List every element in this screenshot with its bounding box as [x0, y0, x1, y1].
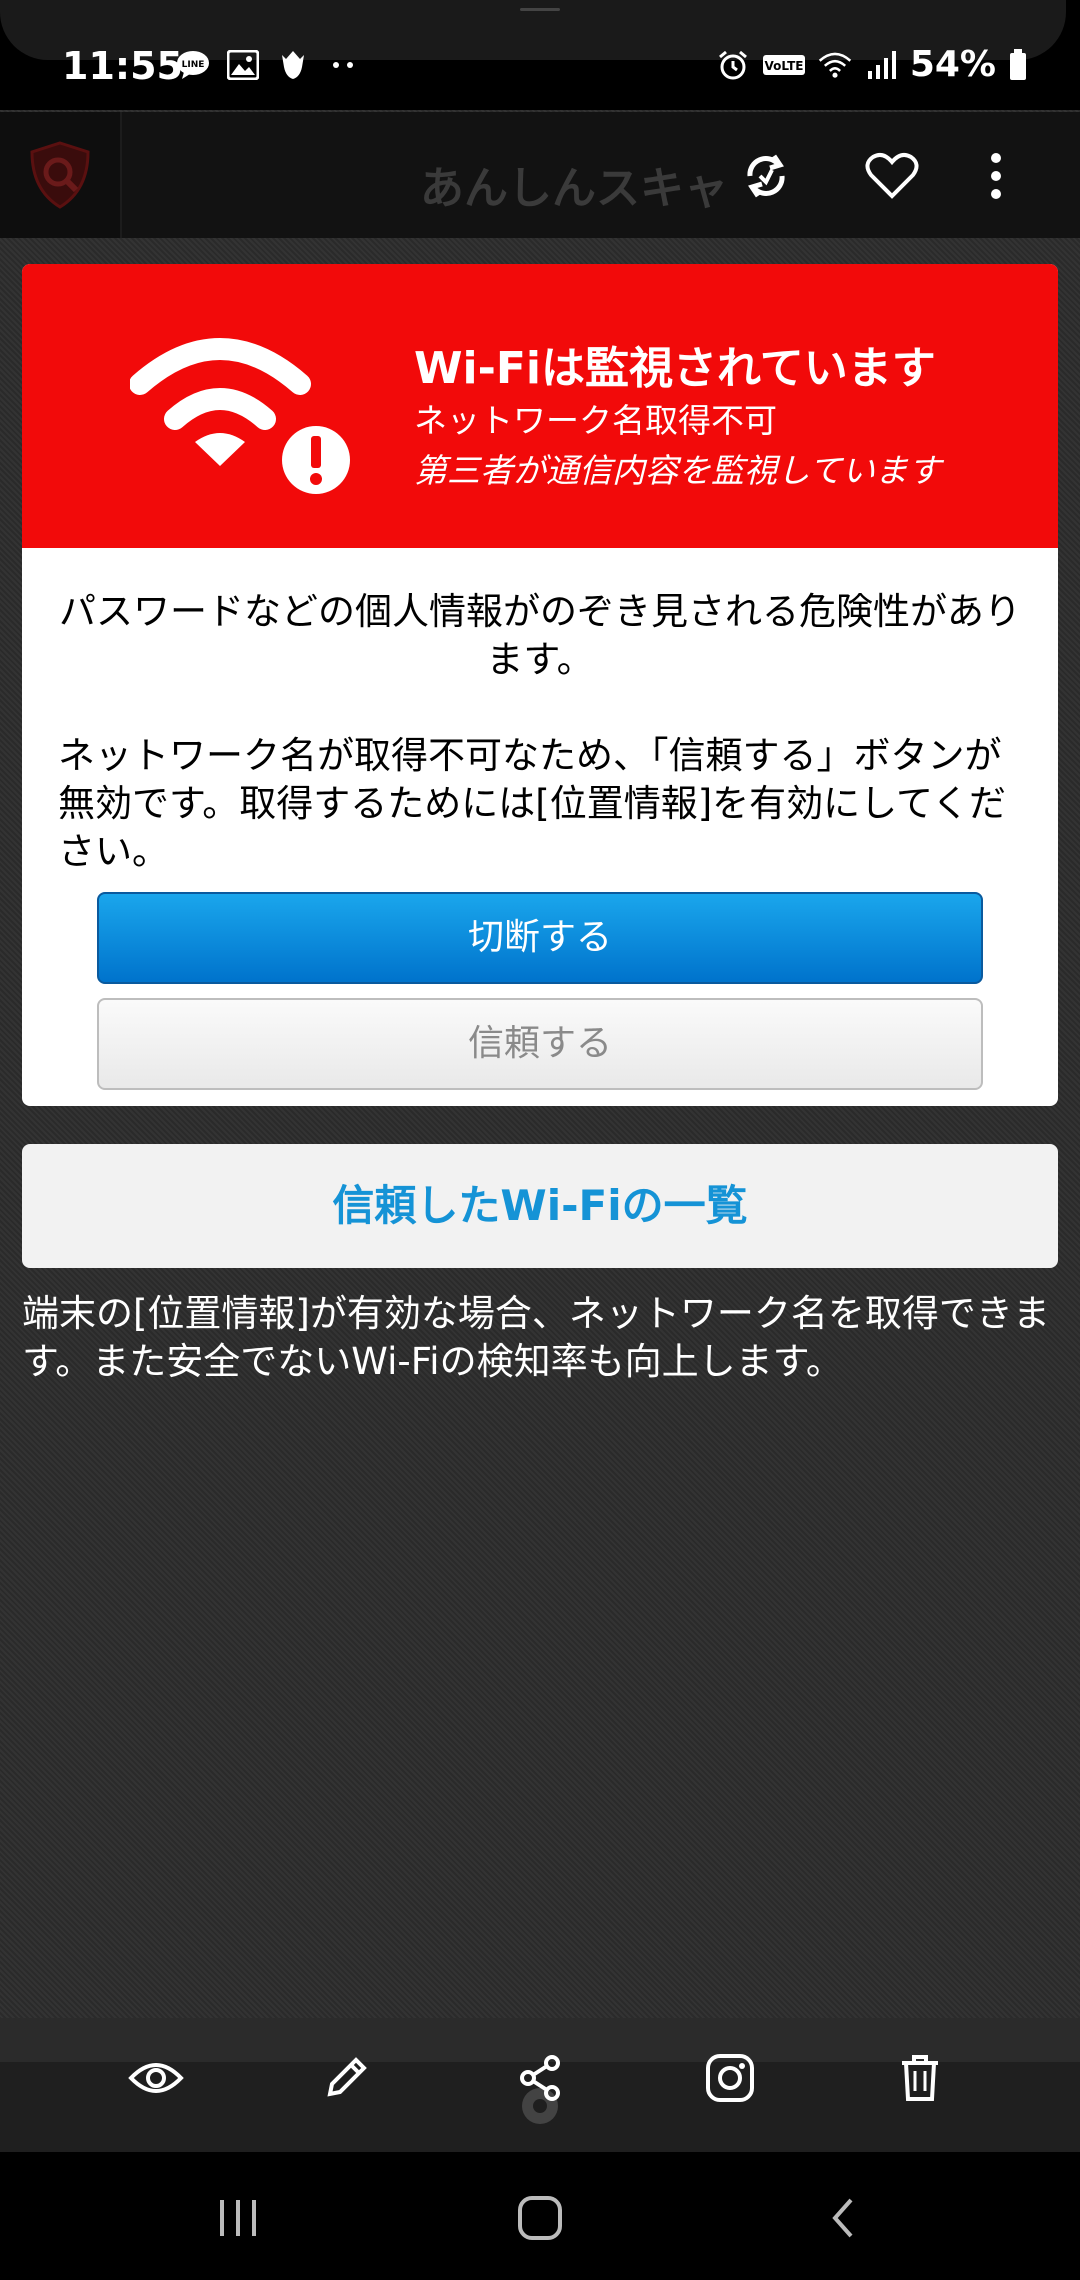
back-icon[interactable]: [810, 2186, 874, 2250]
line-icon: LINE: [176, 48, 210, 82]
alert-monitor-text: 第三者が通信内容を監視しています: [414, 451, 942, 490]
trash-icon[interactable]: [888, 2046, 952, 2110]
alert-network-name: ネットワーク名取得不可: [414, 401, 777, 440]
app-logo[interactable]: [0, 112, 122, 238]
eye-icon[interactable]: [124, 2046, 188, 2110]
wifi-warning-card: Wi-Fiは監視されています ネットワーク名取得不可 第三者が通信内容を監視して…: [22, 264, 1058, 1106]
warning-text: パスワードなどの個人情報がのぞき見される危険性があります。: [59, 590, 1021, 681]
screen: 11:55 LINE VoLTE 54% あんしんスキャ Wi-Fiは監視されて…: [0, 0, 1080, 2280]
app-title: あんしんスキャ: [420, 163, 728, 214]
trusted-wifi-list-button[interactable]: 信頼したWi-Fiの一覧: [22, 1144, 1058, 1268]
home-icon[interactable]: [508, 2186, 572, 2250]
location-note: 端末の[位置情報]が有効な場合、ネットワーク名を取得できます。また安全でないWi…: [22, 1292, 1050, 1383]
alert-title: Wi-Fiは監視されています: [414, 343, 936, 394]
overflow-menu-icon[interactable]: [966, 146, 1026, 206]
svg-text:LINE: LINE: [182, 60, 205, 70]
warning-body: パスワードなどの個人情報がのぞき見される危険性があります。 ネットワーク名が取得…: [22, 548, 1058, 1090]
status-time: 11:55: [62, 44, 183, 88]
info-text: ネットワーク名が取得不可なため、「信頼する」ボタンが無効です。取得するためには[…: [58, 734, 1006, 873]
status-system-icons: VoLTE 54%: [716, 44, 1028, 85]
svg-text:VoLTE: VoLTE: [764, 59, 803, 73]
trust-button[interactable]: 信頼する: [97, 998, 983, 1090]
alarm-icon: [716, 48, 750, 82]
pencil-icon[interactable]: [314, 2046, 378, 2110]
image-icon: [226, 48, 260, 82]
status-bar: 11:55 LINE VoLTE 54%: [0, 0, 1080, 110]
instagram-icon[interactable]: [698, 2046, 762, 2110]
wifi-icon: [818, 48, 852, 82]
more-dots-icon: [326, 48, 360, 82]
warning-header: Wi-Fiは監視されています ネットワーク名取得不可 第三者が通信内容を監視して…: [22, 264, 1058, 548]
sync-icon[interactable]: [736, 146, 796, 206]
wifi-warning-icon: [130, 338, 350, 494]
recent-apps-icon[interactable]: [206, 2186, 270, 2250]
share-icon[interactable]: [508, 2046, 572, 2110]
battery-icon: [1008, 48, 1028, 82]
fox-icon: [276, 48, 310, 82]
battery-percent: 54%: [909, 44, 996, 85]
heart-icon[interactable]: [862, 146, 922, 206]
app-bar: あんしんスキャ: [0, 112, 1080, 238]
disconnect-button[interactable]: 切断する: [97, 892, 983, 984]
signal-icon: [864, 48, 898, 82]
status-notification-icons: LINE: [176, 48, 360, 82]
shade-handle: [520, 8, 560, 11]
shield-search-logo-icon: [30, 141, 90, 209]
volte-icon: VoLTE: [762, 48, 806, 82]
